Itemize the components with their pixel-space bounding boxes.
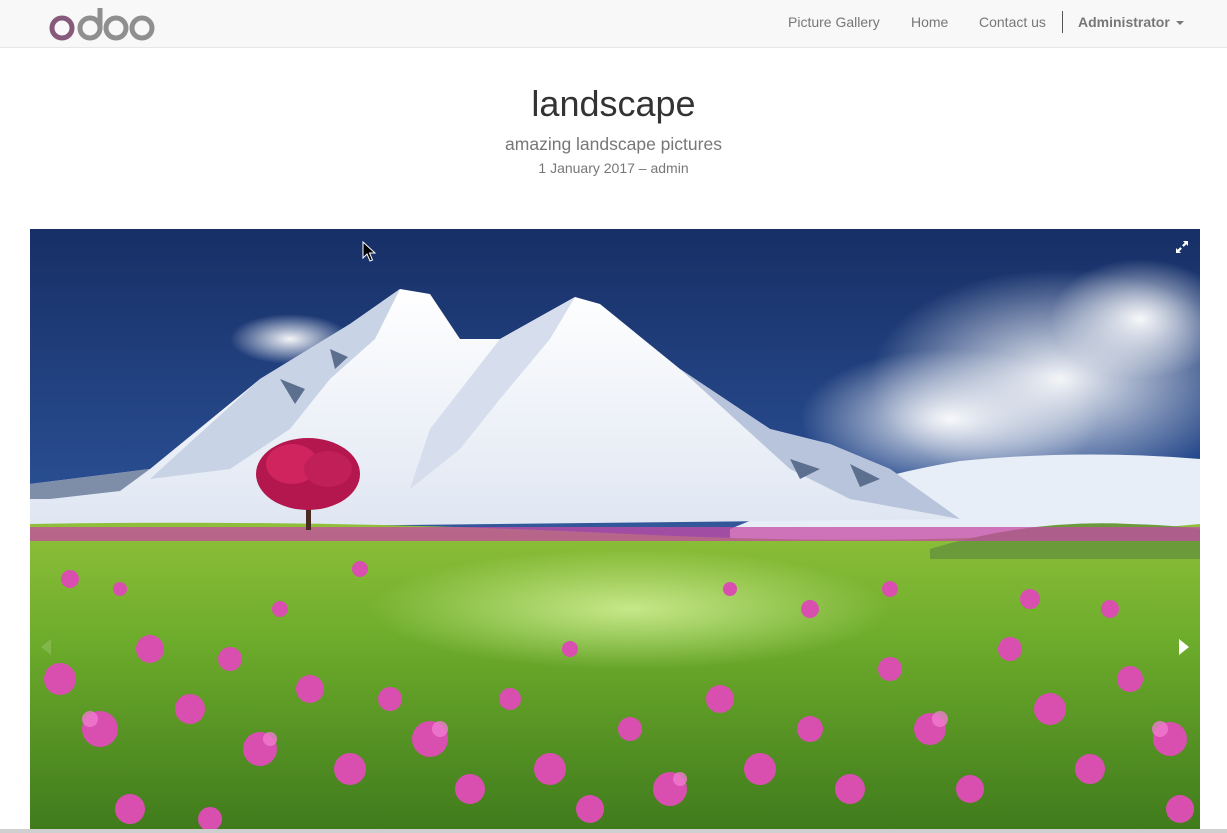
next-arrow-icon[interactable] [1176, 637, 1192, 657]
odoo-logo[interactable] [46, 4, 158, 44]
odoo-logo-icon [49, 8, 155, 41]
landscape-image [30, 229, 1200, 833]
gallery-slideshow[interactable] [30, 229, 1200, 833]
user-menu-label: Administrator [1078, 14, 1170, 30]
caret-down-icon [1175, 21, 1184, 26]
page-subtitle: amazing landscape pictures [505, 134, 722, 154]
nav-home[interactable]: Home [911, 0, 948, 47]
top-navbar: Picture Gallery Home Contact us Administ… [0, 0, 1227, 48]
user-menu-dropdown[interactable]: Administrator [1078, 0, 1184, 47]
prev-arrow-icon[interactable] [38, 637, 54, 657]
nav-contact-us[interactable]: Contact us [979, 0, 1046, 47]
nav-picture-gallery[interactable]: Picture Gallery [788, 0, 880, 47]
nav-divider [1062, 11, 1063, 33]
page-title: landscape [531, 83, 696, 124]
expand-icon[interactable] [1174, 239, 1190, 255]
post-meta: 1 January 2017 – admin [538, 160, 689, 176]
bottom-scroll-strip [0, 829, 1227, 833]
